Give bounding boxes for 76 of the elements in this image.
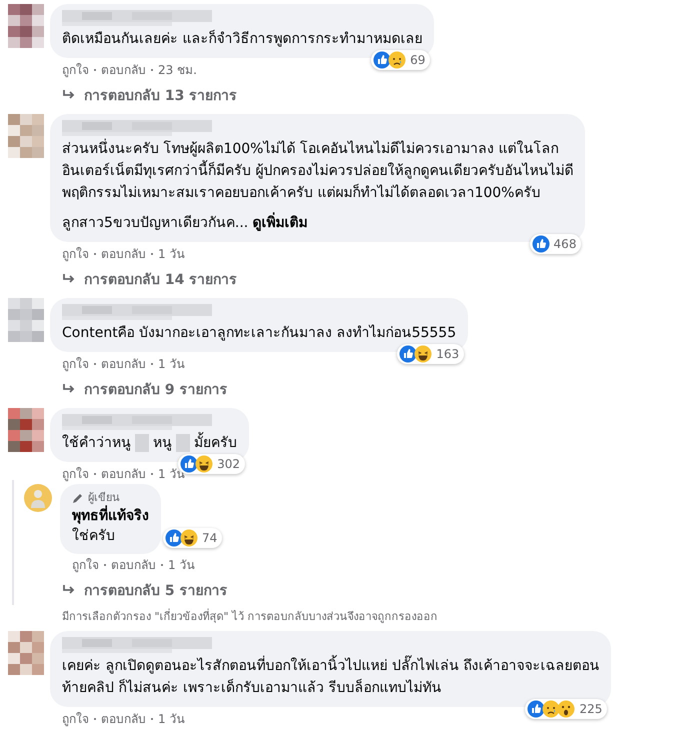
reply-arrow-icon xyxy=(62,89,76,101)
like-icon xyxy=(373,51,392,69)
filter-notice: มีการเลือกตัวกรอง "เกี่ยวข้องที่สุด" ไว้ การตอบกลับบางส่วนจึงอาจถูกกรองออก xyxy=(61,608,439,625)
timestamp[interactable]: 1 วัน xyxy=(158,356,184,372)
comment-text: ใช้คำว่าหนู xyxy=(62,434,131,453)
comment-text: อินเตอร์เน็ตมีทุเรศกว่านี้ก็มีครับ ผู้ปกครองไม่ควรปล่อยให้ลูกดูคนเดียวครับอันไหนไม่ดี xyxy=(62,160,574,182)
comment-action-link[interactable]: ถูกใจ xyxy=(72,557,99,573)
view-replies-link[interactable]: การตอบกลับ 9 รายการ xyxy=(50,372,228,408)
pencil-icon xyxy=(72,492,84,504)
separator-dot xyxy=(161,564,163,566)
timestamp[interactable]: 1 วัน xyxy=(168,557,194,573)
reply-arrow-icon xyxy=(62,383,76,395)
comment-text: Contentคือ บังมากอะเอาลูกทะเลาะกันมาลง ลงทำไมก่อน55555 xyxy=(62,324,456,343)
comment-action-link[interactable]: ตอบกลับ xyxy=(101,62,146,78)
timestamp[interactable]: 23 ชม. xyxy=(158,62,197,78)
separator-dot xyxy=(151,473,153,475)
comment-text: ท้ายคลิป ก็ไม่สนค่ะ เพราะเด็กรับเอามาแล้ว รีบบล็อกแทบไม่ทัน xyxy=(62,678,442,698)
comment-action-link[interactable]: ถูกใจ xyxy=(62,356,89,372)
comment-text: หนู xyxy=(153,434,172,453)
reaction-badge[interactable]: 69 xyxy=(371,50,430,70)
comment-text: มั้ยครับ xyxy=(194,432,237,454)
separator-dot xyxy=(151,363,153,365)
avatar[interactable] xyxy=(8,114,44,158)
see-more-link[interactable]: ดูเพิ่มเติม xyxy=(252,212,308,234)
timestamp[interactable]: 1 วัน xyxy=(158,246,184,262)
view-replies-link[interactable]: การตอบกลับ 14 รายการ xyxy=(50,262,238,298)
view-replies-link[interactable]: การตอบกลับ 5 รายการ xyxy=(24,573,249,605)
reaction-badge[interactable]: 74 xyxy=(163,528,222,548)
comment-action-link[interactable]: ตอบกลับ xyxy=(101,466,146,482)
comment-text: พฤติกรรมไม่เหมาะสมเราคอยบอกเค้าครับ แต่ผมก็ทำไม่ได้ตลอดเวลา100%ครับ xyxy=(62,182,540,203)
view-replies-link[interactable]: การตอบกลับ 13 รายการ xyxy=(50,78,238,114)
separator-dot xyxy=(94,718,96,720)
comment-text: ลูกสาว5ขวบปัญหาเดียวกันค... xyxy=(62,214,248,233)
like-icon xyxy=(527,700,546,718)
comment-action-link[interactable]: ตอบกลับ xyxy=(101,711,146,727)
reaction-badge[interactable]: 225 xyxy=(525,699,608,719)
separator-dot xyxy=(94,69,96,71)
crying-emoji-icon xyxy=(542,700,560,718)
separator-dot xyxy=(151,718,153,720)
separator-dot xyxy=(151,69,153,71)
comment-text: เคยค่ะ ลูกเปิดดูตอนอะไรสักตอนที่บอกให้เอานิ้วไปแหย่ ปลั๊กไฟเล่น ถึงเค้าอาจจะเฉลยตอน xyxy=(62,655,600,677)
reaction-badge[interactable]: 468 xyxy=(530,234,582,254)
laughing-emoji-icon xyxy=(414,345,432,363)
separator-dot xyxy=(104,564,106,566)
separator-dot xyxy=(151,253,153,255)
comment-action-link[interactable]: ถูกใจ xyxy=(62,466,89,482)
like-icon xyxy=(399,345,418,363)
separator-dot xyxy=(94,253,96,255)
avatar[interactable] xyxy=(8,631,44,675)
commenter-name[interactable]: พุทธที่แท้จริง xyxy=(72,506,149,526)
separator-dot xyxy=(94,363,96,365)
laughing-emoji-icon xyxy=(180,529,198,547)
comment-action-link[interactable]: ตอบกลับ xyxy=(111,557,156,573)
comment-text: ติดเหมือนกันเลยค่ะ และก็จำวิธีการพูดการกระทำมาหมดเลย xyxy=(62,28,422,49)
crying-emoji-icon xyxy=(388,51,406,69)
comment-action-link[interactable]: ถูกใจ xyxy=(62,246,89,262)
like-icon xyxy=(165,529,183,547)
laughing-emoji-icon xyxy=(195,455,214,473)
author-label: ผู้เขียน xyxy=(88,490,120,505)
comment-action-link[interactable]: ถูกใจ xyxy=(62,711,89,727)
avatar[interactable] xyxy=(8,408,44,452)
redacted-word xyxy=(135,434,149,452)
comment-action-link[interactable]: ถูกใจ xyxy=(62,62,89,78)
avatar[interactable] xyxy=(8,4,44,48)
redacted-word xyxy=(176,434,190,452)
reply-arrow-icon xyxy=(62,584,76,596)
comment-text: ส่วนหนึ่งนะครับ โทษผู้ผลิต100%ไม่ได้ โอเคอันไหนไม่ดีไม่ควรเอามาลง แต่ในโลก xyxy=(62,138,558,160)
comment-text: ใช่ครับ xyxy=(72,526,115,546)
comment-action-link[interactable]: ตอบกลับ xyxy=(101,356,146,372)
like-icon xyxy=(532,235,550,253)
comment-action-link[interactable]: ตอบกลับ xyxy=(101,246,146,262)
timestamp[interactable]: 1 วัน xyxy=(158,711,184,727)
reply-arrow-icon xyxy=(62,273,76,285)
surprised-emoji-icon xyxy=(557,700,576,718)
separator-dot xyxy=(94,473,96,475)
reaction-badge[interactable]: 163 xyxy=(397,344,464,364)
